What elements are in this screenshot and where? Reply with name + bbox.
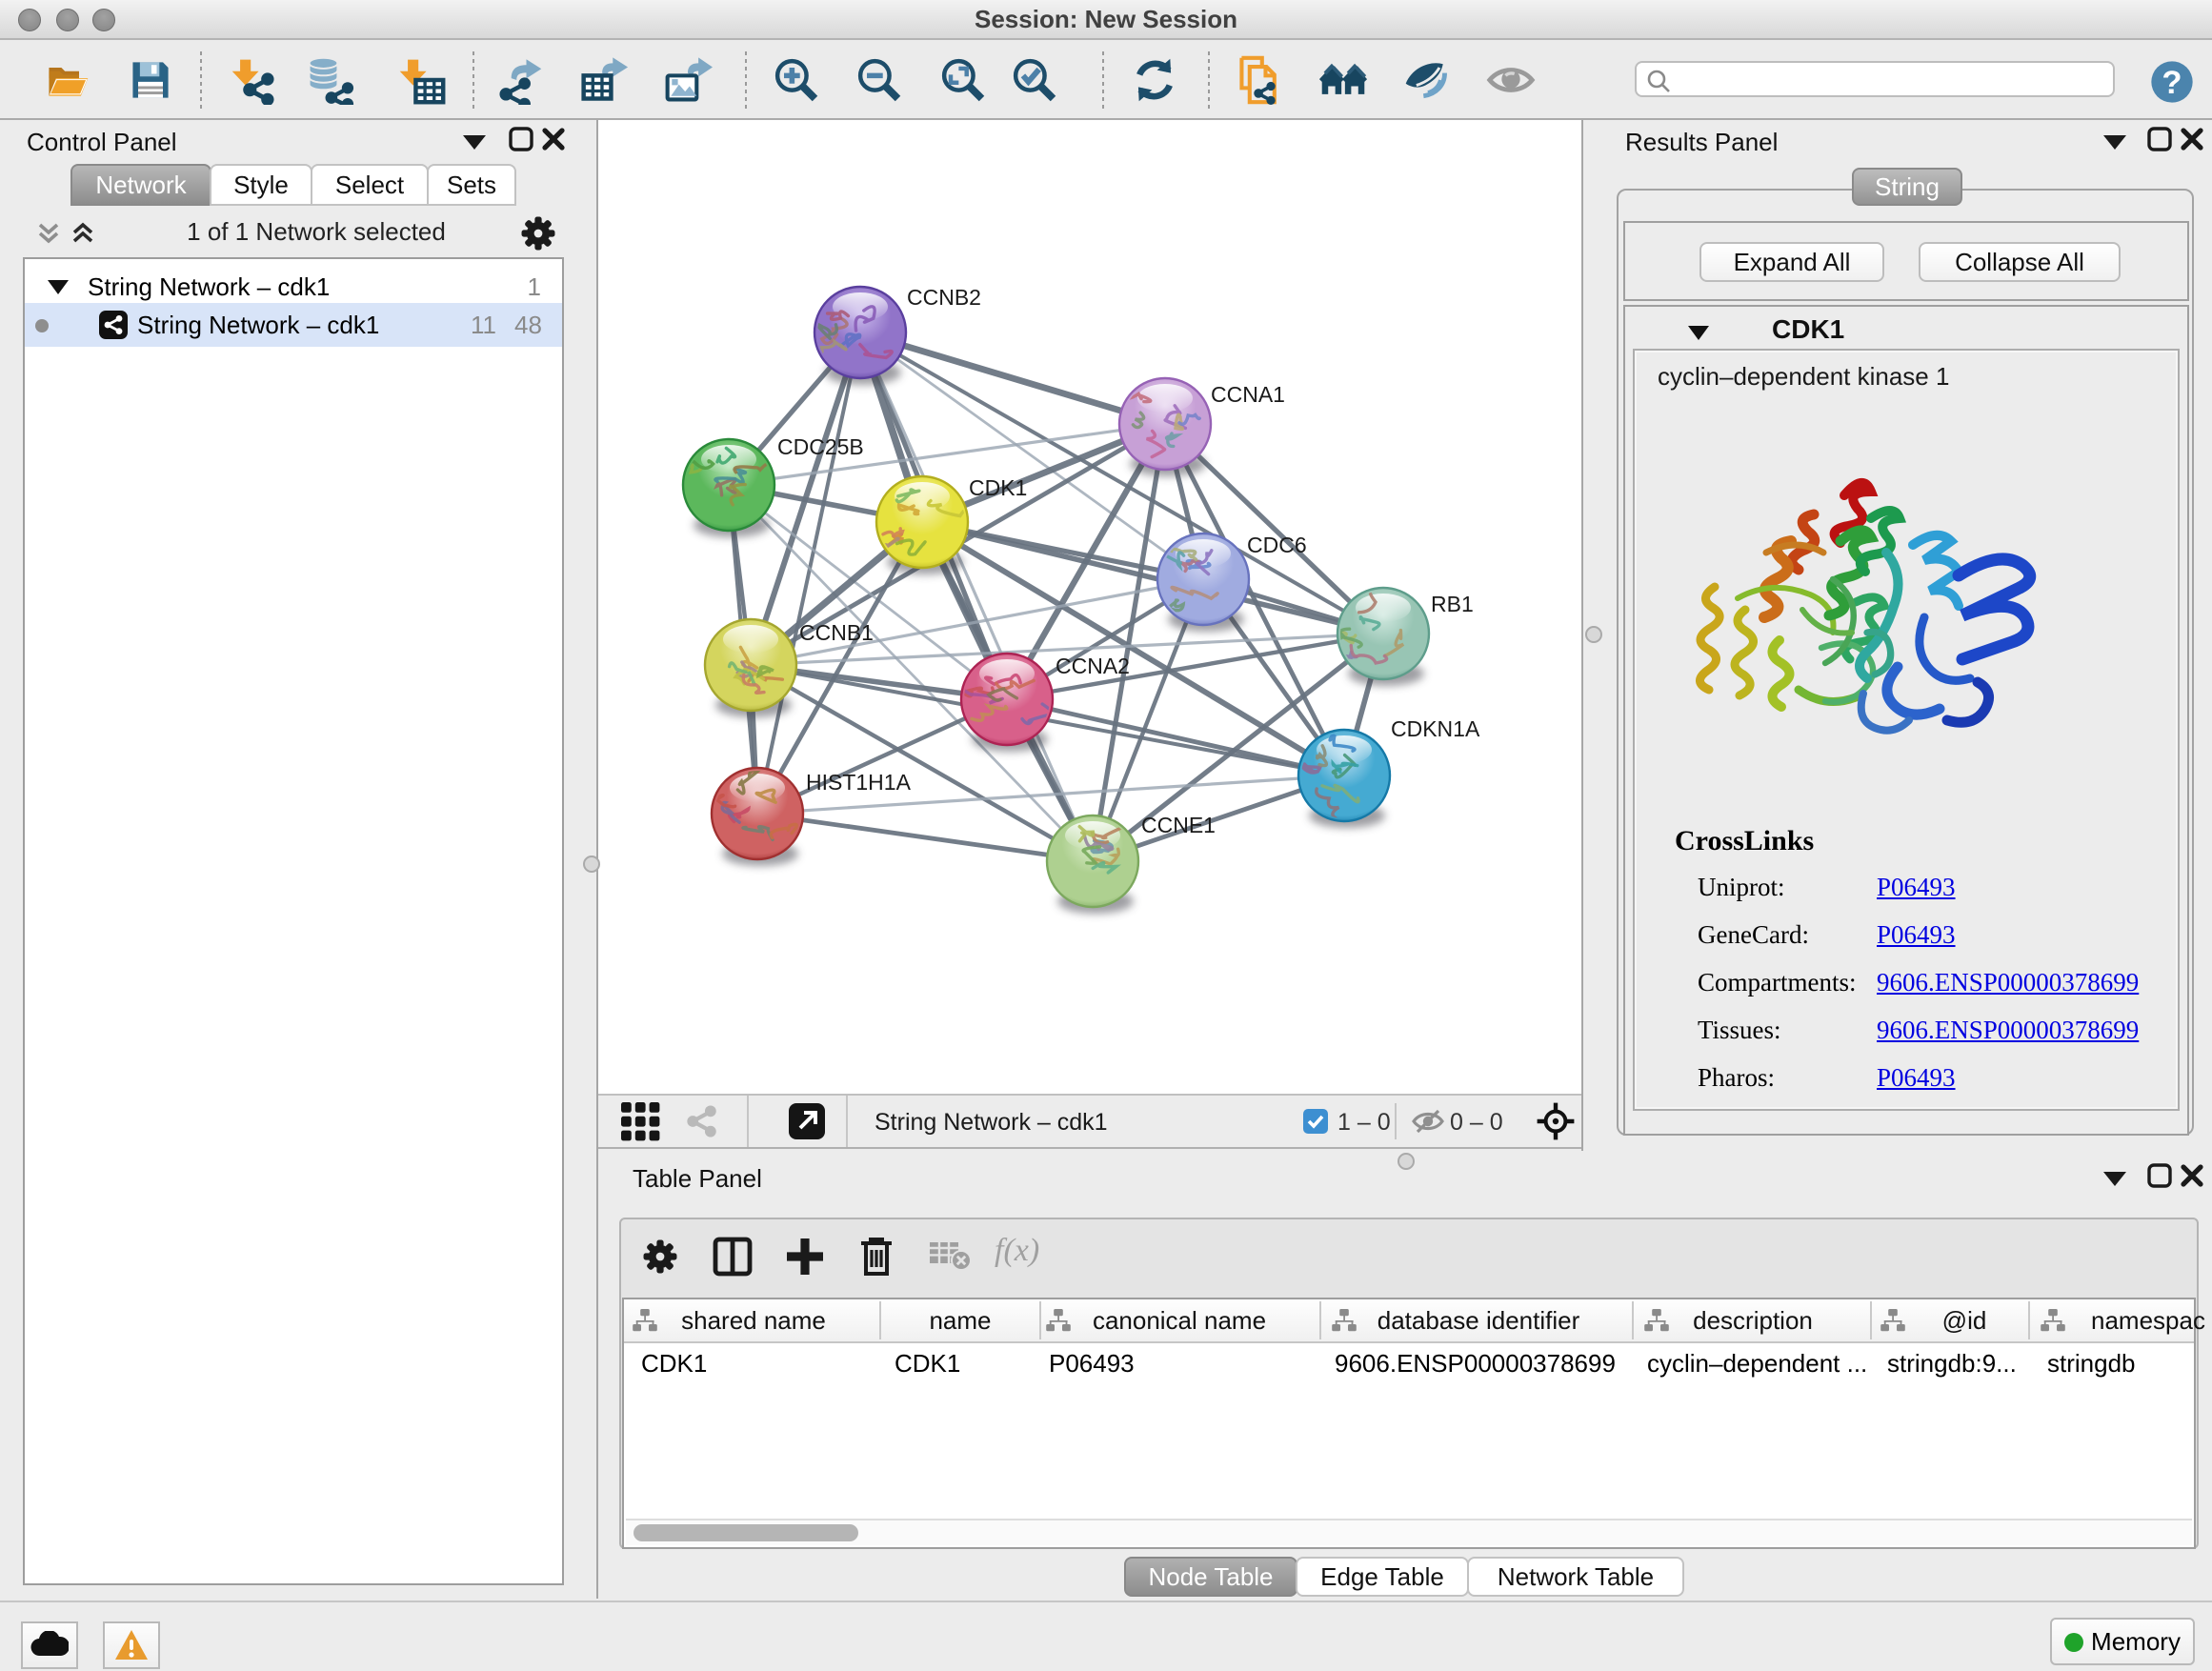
svg-text:HIST1H1A: HIST1H1A xyxy=(806,770,912,795)
svg-text:CDC25B: CDC25B xyxy=(777,434,864,459)
svg-text:?: ? xyxy=(2162,65,2182,101)
svg-text:CCNE1: CCNE1 xyxy=(1141,813,1216,837)
svg-text:CCNA1: CCNA1 xyxy=(1211,382,1285,407)
svg-text:CDKN1A: CDKN1A xyxy=(1391,716,1480,741)
svg-text:RB1: RB1 xyxy=(1431,592,1474,616)
svg-text:CDK1: CDK1 xyxy=(969,475,1027,500)
svg-text:CDC6: CDC6 xyxy=(1247,533,1307,557)
svg-text:CCNA2: CCNA2 xyxy=(1056,654,1130,678)
svg-text:CCNB1: CCNB1 xyxy=(799,620,874,645)
svg-text:CCNB2: CCNB2 xyxy=(907,285,981,310)
